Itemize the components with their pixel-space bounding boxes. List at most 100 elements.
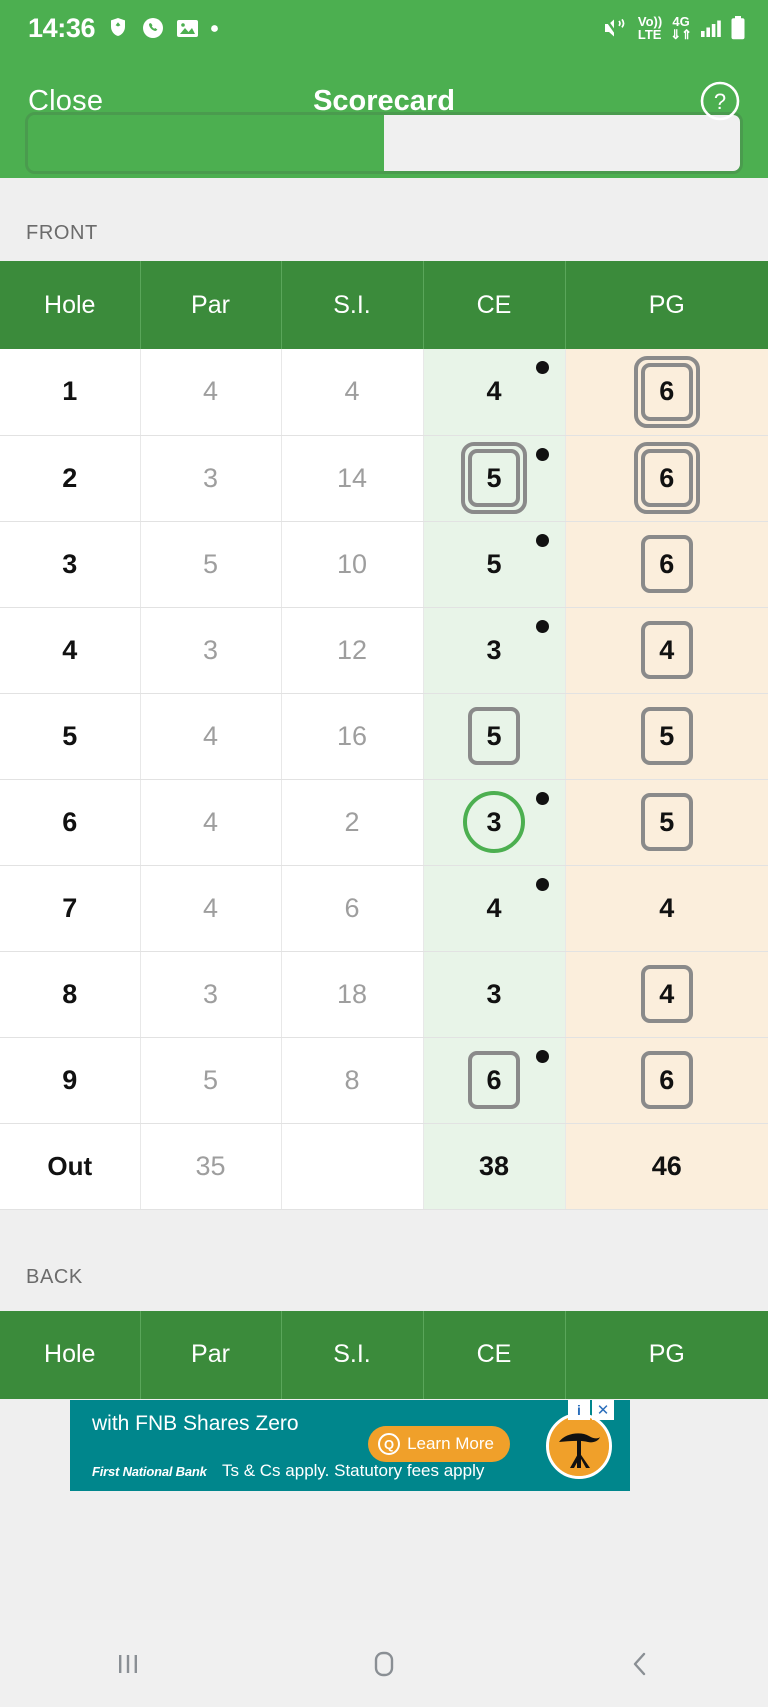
ce-score-cell[interactable]: 4 [423,349,566,436]
column-header-hole-back: Hole [0,1310,141,1399]
stroke-index-cell: 18 [281,951,424,1038]
ad-brand: First National Bank [92,1464,207,1479]
par-cell: 3 [140,951,282,1038]
ad-close-icon[interactable]: ✕ [592,1400,614,1420]
score-marker-single: 5 [468,707,520,765]
pg-score-cell[interactable]: 6 [565,349,768,436]
svg-text:?: ? [714,89,726,114]
par-cell: 5 [140,1037,282,1124]
total-ce-score-cell[interactable]: 38 [423,1123,566,1210]
stroke-index-cell: 8 [281,1037,424,1124]
score-marker-single: 5 [640,793,693,851]
front-table-body: 1 4 4 4 6 2 3 14 5 6 3 5 10 5 6 4 3 12 3 4 5 4 16 5 5 6 4 2 3 5 7 4 6 4 4 8… [0,349,768,1210]
question-mark-circle-icon: ? [698,81,742,127]
putt-dot-icon [535,877,549,891]
score-marker-single: 6 [468,1051,520,1109]
stroke-index-cell: 10 [281,521,424,608]
front-table-header-row: Hole Par S.I. CE PG [0,261,768,349]
ad-info-icon[interactable]: i [568,1400,590,1420]
ce-score-cell[interactable]: 5 [423,521,566,608]
total-pg-score-cell[interactable]: 46 [565,1123,768,1210]
hole-number-cell: 3 [0,521,141,608]
hole-number-cell: 4 [0,607,141,694]
ce-score-cell[interactable]: 3 [423,951,566,1038]
pg-score-cell[interactable]: 6 [565,435,768,522]
column-header-ce-back: CE [422,1310,566,1399]
putt-dot-icon [535,1049,549,1063]
stroke-index-cell: 4 [281,349,424,436]
ce-score-cell[interactable]: 5 [423,435,566,522]
android-nav-bar [0,1620,768,1707]
par-cell: 5 [140,521,282,608]
hole-number-cell: 7 [0,865,141,952]
back-scorecard-table: Hole Par S.I. CE PG [0,1310,768,1399]
nav-home-button[interactable] [256,1647,512,1681]
ad-banner[interactable]: with FNB Shares Zero First National Bank… [70,1400,630,1491]
total-par-cell: 35 [140,1123,282,1210]
score-marker-none: 4 [486,892,502,923]
back-table-header-row: Hole Par S.I. CE PG [0,1310,768,1399]
column-header-si: S.I. [280,261,424,349]
total-label-cell: Out [0,1123,141,1210]
phone-icon [141,16,165,40]
volte-bottom-label: LTE [637,27,662,42]
score-marker-none: 46 [651,1150,682,1181]
brave-icon [106,16,130,40]
pg-score-cell[interactable]: 4 [565,951,768,1038]
total-si-cell [281,1123,424,1210]
view-toggle-option-right[interactable] [384,115,740,171]
nav-recents-button[interactable] [0,1647,256,1681]
stroke-index-cell: 14 [281,435,424,522]
view-toggle[interactable] [25,112,743,174]
ce-score-cell[interactable]: 3 [423,779,566,866]
table-row: 3 5 10 5 6 [0,521,768,608]
pg-score-cell[interactable]: 4 [565,607,768,694]
status-bar-right: Vo)) LTE 4G ⇓⇑ [602,15,746,41]
pg-score-cell[interactable]: 4 [565,865,768,952]
score-marker-single: 4 [640,621,693,679]
recents-icon [119,1654,137,1673]
ce-score-cell[interactable]: 5 [423,693,566,780]
hole-number-cell: 8 [0,951,141,1038]
ad-cta-label: Learn More [407,1434,494,1453]
column-header-si-back: S.I. [280,1310,424,1399]
column-header-par-back: Par [139,1310,282,1399]
signal-icon [700,18,722,38]
table-row: 74644 [0,865,768,952]
front-scorecard-table: Hole Par S.I. CE PG 1 4 4 4 6 2 3 14 5 6 3 5 10 5 6 4 3 1… [0,261,768,1210]
score-marker-none: 4 [659,892,675,923]
stroke-index-cell: 16 [281,693,424,780]
front-section-label: FRONT [0,178,768,261]
home-square-icon [374,1651,394,1676]
nav-back-button[interactable] [512,1647,768,1681]
pg-score-cell[interactable]: 5 [565,693,768,780]
table-row: 6423 5 [0,779,768,866]
table-row: 5 4 16 5 5 [0,693,768,780]
score-marker-single: 6 [640,535,693,593]
ad-learn-more-button[interactable]: Q Learn More [368,1426,510,1462]
ce-score-cell[interactable]: 6 [423,1037,566,1124]
pg-score-cell[interactable]: 6 [565,521,768,608]
ad-headline: with FNB Shares Zero [92,1412,299,1435]
ce-score-cell[interactable]: 3 [423,607,566,694]
help-button[interactable]: ? [698,79,742,123]
dot-icon [210,24,219,33]
pg-score-cell[interactable]: 6 [565,1037,768,1124]
pg-score-cell[interactable]: 5 [565,779,768,866]
table-row: 14446 [0,349,768,436]
score-marker-single: 6 [640,1051,693,1109]
score-marker-single: 5 [640,707,693,765]
column-header-pg: PG [564,261,768,349]
par-cell: 4 [140,779,282,866]
score-marker-single: 4 [640,965,693,1023]
score-marker-double: 6 [633,442,700,514]
battery-icon [730,16,746,40]
putt-dot-icon [535,791,549,805]
score-marker-none: 5 [486,548,502,579]
hole-number-cell: 1 [0,349,141,436]
score-marker-none: 3 [486,634,502,665]
ce-score-cell[interactable]: 4 [423,865,566,952]
view-toggle-option-left[interactable] [28,115,384,171]
table-row: 4 3 12 3 4 [0,607,768,694]
putt-dot-icon [535,447,549,461]
